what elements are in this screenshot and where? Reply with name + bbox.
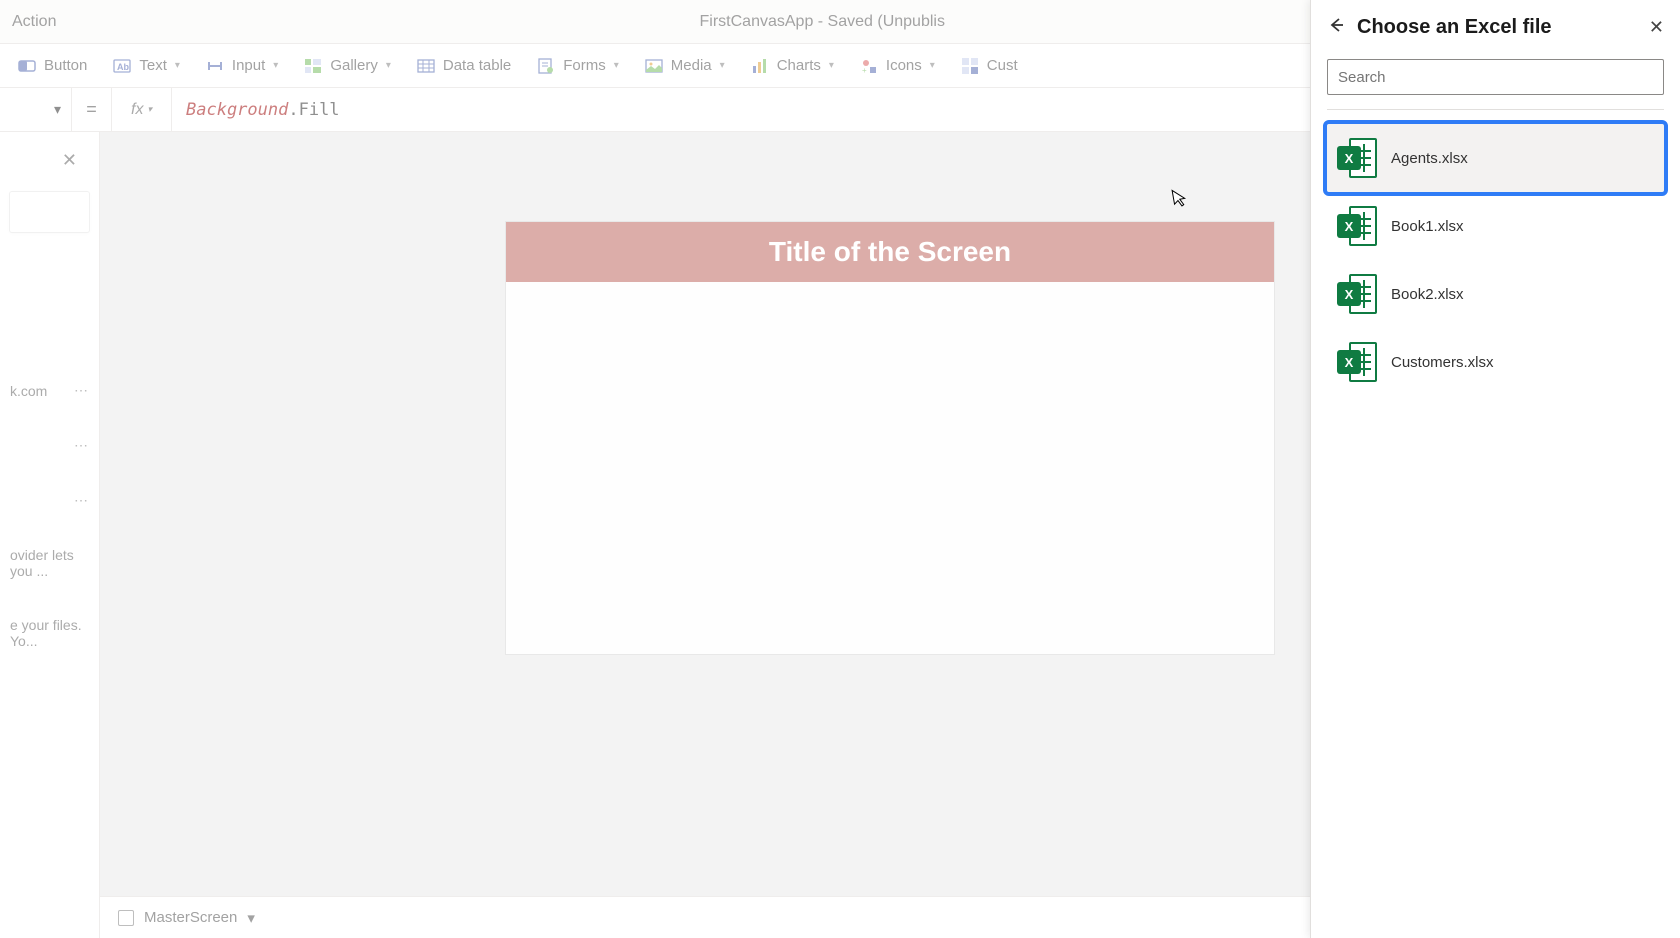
file-item-book1[interactable]: X Book1.xlsx bbox=[1327, 192, 1664, 260]
ribbon-charts[interactable]: Charts ▾ bbox=[751, 57, 834, 75]
list-item[interactable]: ⋯ bbox=[10, 492, 89, 509]
file-item-book2[interactable]: X Book2.xlsx bbox=[1327, 260, 1664, 328]
chevron-down-icon: ▾ bbox=[386, 60, 391, 71]
ribbon-label: Input bbox=[232, 57, 265, 74]
chevron-down-icon: ▾ bbox=[54, 101, 61, 118]
chevron-down-icon[interactable]: ▾ bbox=[247, 909, 255, 927]
excel-file-icon: X bbox=[1337, 206, 1377, 246]
ribbon-text[interactable]: Ab Text ▾ bbox=[113, 57, 180, 75]
media-icon bbox=[645, 57, 663, 75]
close-panel-button[interactable]: ✕ bbox=[62, 150, 77, 171]
chevron-down-icon: ▾ bbox=[720, 60, 725, 71]
screen-name-label[interactable]: MasterScreen bbox=[144, 909, 237, 926]
back-button[interactable] bbox=[1327, 16, 1345, 39]
list-item[interactable]: ⋯ bbox=[10, 437, 89, 454]
ribbon-icons[interactable]: + Icons ▾ bbox=[860, 57, 935, 75]
forms-icon bbox=[537, 57, 555, 75]
panel-card[interactable] bbox=[10, 192, 89, 232]
fx-button[interactable]: fx ▾ bbox=[112, 88, 172, 132]
list-item[interactable]: k.com⋯ bbox=[10, 382, 89, 399]
close-button[interactable]: ✕ bbox=[1649, 17, 1664, 38]
ribbon-custom[interactable]: Cust bbox=[961, 57, 1018, 75]
file-list: X Agents.xlsx X Book1.xlsx X Book2.xlsx … bbox=[1327, 124, 1664, 396]
ribbon-label: Forms bbox=[563, 57, 606, 74]
ribbon-label: Text bbox=[139, 57, 167, 74]
formula-prop: Background bbox=[186, 100, 288, 120]
panel-title: Choose an Excel file bbox=[1357, 16, 1637, 39]
ribbon-data-table[interactable]: Data table bbox=[417, 57, 511, 75]
choose-excel-panel: Choose an Excel file ✕ X Agents.xlsx X B… bbox=[1310, 0, 1680, 938]
property-selector[interactable]: ▾ bbox=[0, 88, 72, 132]
screen-title-text: Title of the Screen bbox=[769, 236, 1011, 268]
screen-checkbox[interactable] bbox=[118, 910, 134, 926]
search-input[interactable] bbox=[1327, 59, 1664, 95]
ribbon-gallery[interactable]: Gallery ▾ bbox=[304, 57, 391, 75]
input-icon bbox=[206, 57, 224, 75]
ribbon-label: Charts bbox=[777, 57, 821, 74]
icons-icon: + bbox=[860, 57, 878, 75]
button-icon bbox=[18, 57, 36, 75]
chevron-down-icon: ▾ bbox=[829, 60, 834, 71]
more-icon[interactable]: ⋯ bbox=[74, 382, 89, 399]
ribbon-label: Cust bbox=[987, 57, 1018, 74]
excel-file-icon: X bbox=[1337, 274, 1377, 314]
charts-icon bbox=[751, 57, 769, 75]
chevron-down-icon: ▾ bbox=[273, 60, 278, 71]
file-name: Book2.xlsx bbox=[1391, 286, 1464, 303]
data-table-icon bbox=[417, 57, 435, 75]
ribbon-label: Gallery bbox=[330, 57, 378, 74]
text-icon: Ab bbox=[113, 57, 131, 75]
file-item-agents[interactable]: X Agents.xlsx bbox=[1327, 124, 1664, 192]
ribbon-label: Media bbox=[671, 57, 712, 74]
svg-text:+: + bbox=[862, 66, 867, 75]
file-item-customers[interactable]: X Customers.xlsx bbox=[1327, 328, 1664, 396]
chevron-down-icon: ▾ bbox=[175, 60, 180, 71]
formula-member: .Fill bbox=[288, 100, 339, 120]
ribbon-tab-action[interactable]: Action bbox=[12, 13, 56, 31]
equals-label: = bbox=[72, 88, 112, 132]
screen-title-bar[interactable]: Title of the Screen bbox=[506, 222, 1274, 282]
more-icon[interactable]: ⋯ bbox=[74, 437, 89, 454]
excel-file-icon: X bbox=[1337, 342, 1377, 382]
left-panel: ✕ k.com⋯ ⋯ ⋯ ovider lets you ... e your … bbox=[0, 132, 100, 938]
canvas-screen[interactable]: Title of the Screen bbox=[506, 222, 1274, 654]
list-item[interactable]: e your files. Yo... bbox=[10, 617, 89, 649]
divider bbox=[1327, 109, 1664, 110]
more-icon[interactable]: ⋯ bbox=[74, 492, 89, 509]
ribbon-button[interactable]: Button bbox=[18, 57, 87, 75]
chevron-down-icon: ▾ bbox=[930, 60, 935, 71]
custom-icon bbox=[961, 57, 979, 75]
svg-text:Ab: Ab bbox=[117, 62, 129, 72]
ribbon-forms[interactable]: Forms ▾ bbox=[537, 57, 619, 75]
excel-file-icon: X bbox=[1337, 138, 1377, 178]
ribbon-label: Icons bbox=[886, 57, 922, 74]
chevron-down-icon: ▾ bbox=[614, 60, 619, 71]
ribbon-input[interactable]: Input ▾ bbox=[206, 57, 278, 75]
list-item[interactable]: ovider lets you ... bbox=[10, 547, 89, 579]
gallery-icon bbox=[304, 57, 322, 75]
ribbon-label: Button bbox=[44, 57, 87, 74]
ribbon-media[interactable]: Media ▾ bbox=[645, 57, 725, 75]
ribbon-label: Data table bbox=[443, 57, 511, 74]
file-name: Customers.xlsx bbox=[1391, 354, 1494, 371]
chevron-down-icon: ▾ bbox=[147, 104, 152, 115]
file-name: Book1.xlsx bbox=[1391, 218, 1464, 235]
file-name: Agents.xlsx bbox=[1391, 150, 1468, 167]
fx-text: fx bbox=[131, 101, 143, 119]
mouse-cursor bbox=[1171, 187, 1191, 214]
